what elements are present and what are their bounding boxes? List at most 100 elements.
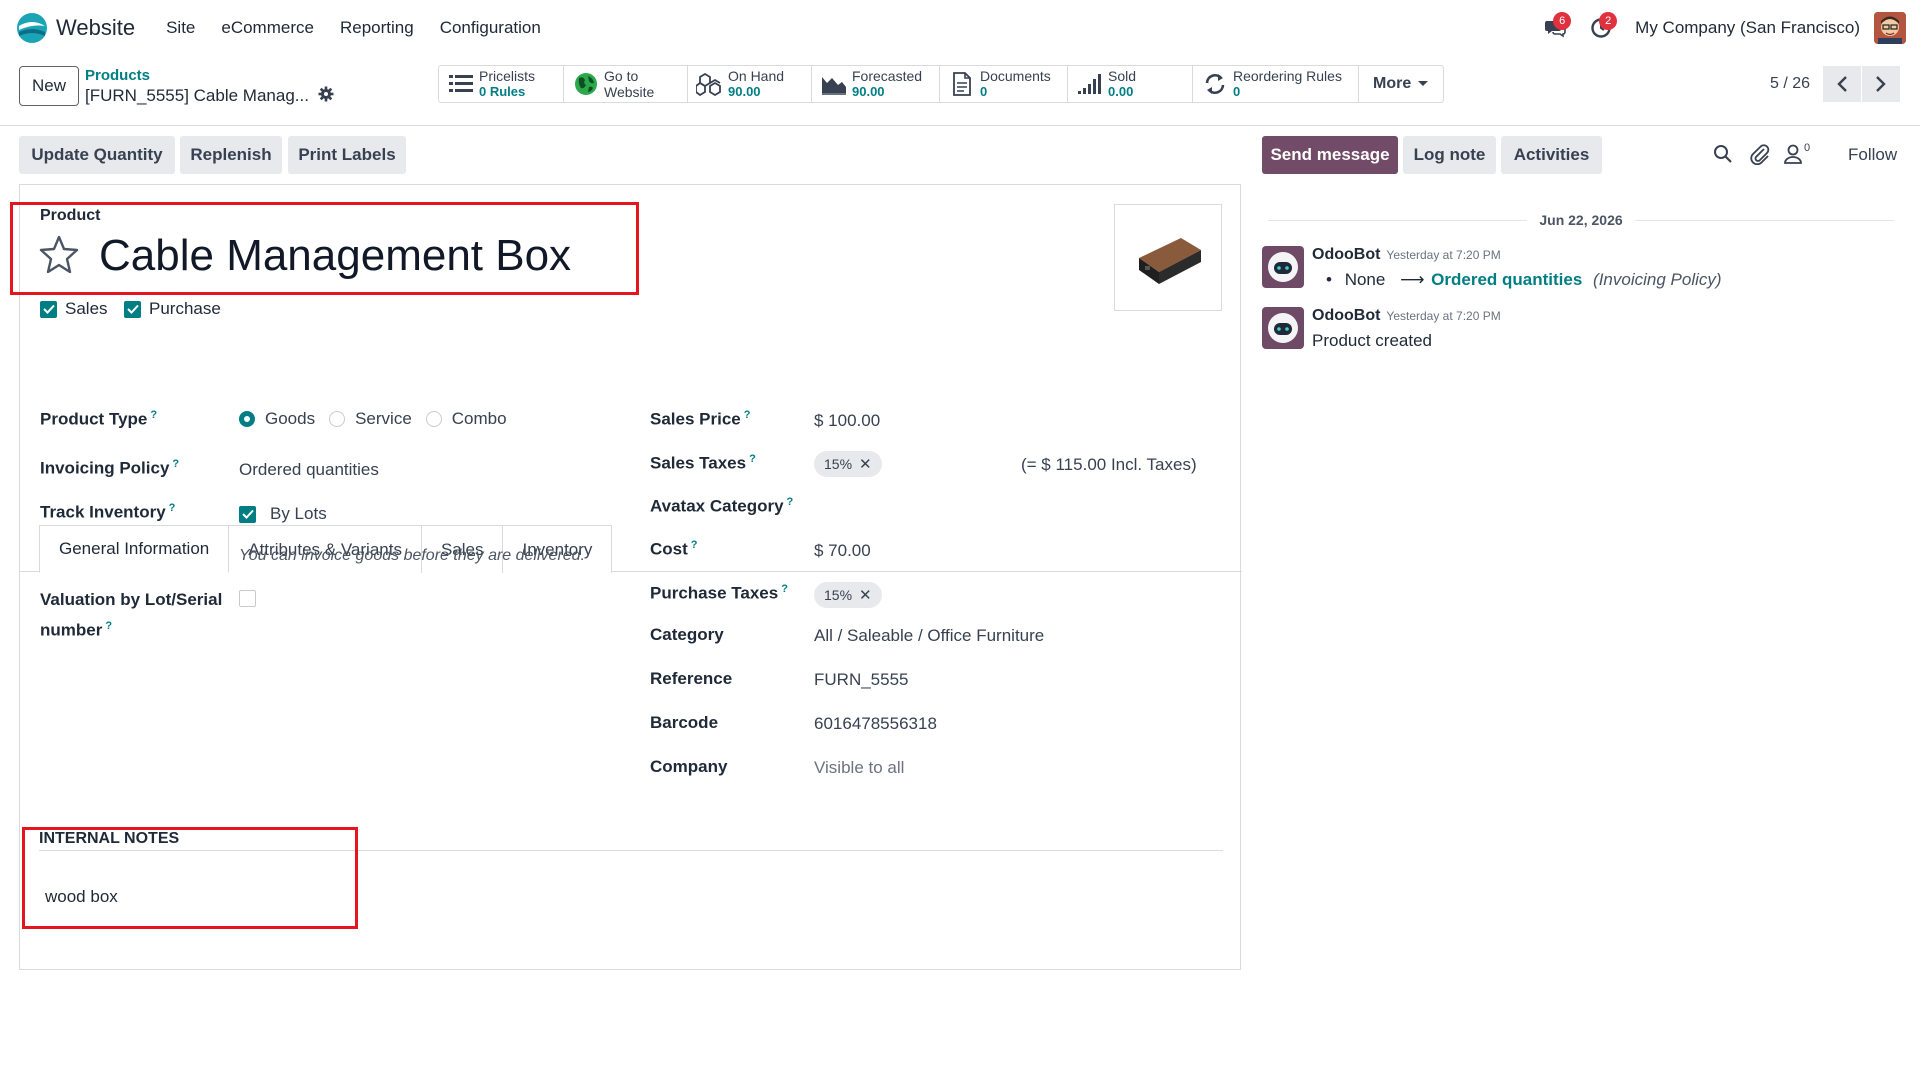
reordering-rules-button[interactable]: Reordering Rules 0 (1193, 66, 1359, 102)
remove-tag-icon[interactable]: ✕ (859, 455, 872, 473)
remove-tag-icon[interactable]: ✕ (859, 586, 872, 604)
radio-combo[interactable] (425, 411, 442, 427)
website-label: Website (604, 84, 655, 100)
new-button[interactable]: New (19, 66, 79, 106)
track-inventory-checkbox[interactable] (239, 505, 256, 523)
message-author-name[interactable]: OdooBot (1312, 246, 1380, 263)
tab-general-information[interactable]: General Information (39, 525, 230, 573)
can-be-purchased-checkbox[interactable] (124, 300, 141, 318)
sold-value: 0.00 (1108, 84, 1134, 99)
highlight-box-internal-notes (22, 827, 358, 929)
search-messages-button[interactable] (1713, 144, 1733, 169)
print-labels-button[interactable]: Print Labels (288, 136, 406, 174)
cable-box-image (1139, 237, 1201, 284)
product-image[interactable] (1114, 204, 1222, 311)
chatter-message: OdooBot Yesterday at 7:20 PM • None ⟶ Ord… (1262, 246, 1902, 294)
send-message-button[interactable]: Send message (1262, 136, 1398, 174)
menu-site[interactable]: Site (153, 18, 208, 38)
invoicing-policy-field[interactable]: Ordered quantities (239, 460, 379, 480)
barcode-label: Barcode (650, 713, 719, 732)
messaging-button[interactable]: 6 (1535, 8, 1575, 48)
sales-taxes-label-text: Sales Taxes (650, 453, 747, 473)
purchase-taxes-label-text: Purchase Taxes (650, 583, 779, 603)
pager-value[interactable]: 5 / 26 (1770, 75, 1810, 93)
pager-next[interactable] (1862, 66, 1900, 102)
breadcrumb-products[interactable]: Products (85, 67, 150, 84)
track-inventory-label: Track Inventory? (40, 502, 175, 523)
can-be-sold-checkbox[interactable] (40, 300, 57, 318)
company-field[interactable]: Visible to all (814, 758, 904, 778)
avatax-category-field[interactable] (814, 496, 1214, 518)
go-to-website-button[interactable]: Go to Website (564, 66, 688, 102)
activities-button[interactable]: 2 (1581, 8, 1621, 48)
pricelists-value: 0 Rules (479, 84, 526, 99)
menu-ecommerce[interactable]: eCommerce (208, 18, 327, 38)
tracking-change: • None ⟶ Ordered quantities (Invoicing P… (1326, 270, 1722, 290)
message-author: OdooBot Yesterday at 7:20 PM (1312, 246, 1501, 264)
cost-field[interactable]: $ 70.00 (814, 541, 871, 561)
sales-price-incl-taxes: (= $ 115.00 Incl. Taxes) (1021, 455, 1197, 474)
arrow-right-icon: ⟶ (1400, 270, 1425, 289)
checkmark-icon (241, 509, 254, 519)
menu-configuration[interactable]: Configuration (427, 18, 554, 38)
sold-label: Sold (1108, 68, 1137, 84)
pager-previous[interactable] (1823, 66, 1861, 102)
documents-button[interactable]: Documents 0 (940, 66, 1068, 102)
radio-combo-label: Combo (451, 409, 507, 428)
highlight-box-product-name (10, 202, 639, 295)
sales-price-field[interactable]: $ 100.00 (814, 411, 880, 431)
valuation-checkbox[interactable] (239, 590, 256, 607)
update-quantity-button[interactable]: Update Quantity (19, 136, 175, 174)
help-icon[interactable]: ? (172, 458, 179, 470)
tracking-select[interactable]: By Lots (270, 504, 327, 524)
help-icon[interactable]: ? (691, 539, 698, 551)
help-icon[interactable]: ? (787, 496, 794, 508)
message-time: Yesterday at 7:20 PM (1386, 309, 1501, 323)
documents-label: Documents (980, 68, 1051, 84)
reordering-rules-value: 0 (1233, 84, 1241, 99)
date-line-left (1268, 219, 1528, 221)
help-icon[interactable]: ? (150, 409, 157, 421)
barcode-field[interactable]: 6016478556318 (814, 714, 937, 734)
user-avatar[interactable] (1874, 12, 1906, 44)
tracking-field-name: (Invoicing Policy) (1593, 270, 1722, 289)
reordering-rules-label: Reordering Rules (1233, 68, 1342, 84)
radio-service-label: Service (355, 409, 412, 428)
chatter-date-separator: Jun 22, 2026 (1268, 210, 1894, 230)
replenish-button[interactable]: Replenish (180, 136, 282, 174)
help-icon[interactable]: ? (749, 453, 756, 465)
more-button[interactable]: More (1359, 66, 1443, 102)
menu-reporting[interactable]: Reporting (327, 18, 427, 38)
sold-button[interactable]: Sold 0.00 (1068, 66, 1193, 102)
help-icon[interactable]: ? (105, 620, 112, 632)
company-switcher[interactable]: My Company (San Francisco) (1635, 18, 1860, 38)
help-icon[interactable]: ? (744, 409, 751, 421)
message-body: Product created (1312, 331, 1433, 350)
top-navbar: Website Site eCommerce Reporting Configu… (0, 0, 1920, 56)
follow-button[interactable]: Follow (1848, 145, 1897, 165)
radio-goods[interactable] (239, 411, 255, 427)
search-icon (1714, 145, 1732, 163)
radio-service[interactable] (329, 411, 346, 427)
invoice-hint-text: You can invoice goods before they are de… (239, 547, 586, 564)
attachments-button[interactable] (1750, 143, 1770, 170)
reference-field[interactable]: FURN_5555 (814, 670, 909, 690)
activities-badge: 2 (1599, 12, 1618, 30)
activities-button-chatter[interactable]: Activities (1501, 136, 1602, 174)
category-field[interactable]: All / Saleable / Office Furniture (814, 626, 1044, 646)
odoobot-avatar[interactable] (1262, 246, 1304, 288)
log-note-button[interactable]: Log note (1403, 136, 1496, 174)
help-icon[interactable]: ? (781, 583, 788, 595)
app-name: Website (56, 15, 136, 40)
valuation-label-line-1: Valuation by Lot/Serial (40, 590, 223, 609)
followers-button[interactable]: 0 (1784, 142, 1810, 164)
pricelists-button[interactable]: Pricelists 0 Rules (439, 66, 564, 102)
record-actions-gear[interactable] (318, 86, 334, 107)
on-hand-button[interactable]: On Hand 90.00 (688, 66, 812, 102)
forecasted-button[interactable]: Forecasted 90.00 (812, 66, 940, 102)
odoobot-avatar[interactable] (1262, 307, 1304, 349)
category-label: Category (650, 625, 724, 644)
help-icon[interactable]: ? (169, 502, 176, 514)
message-author-name[interactable]: OdooBot (1312, 307, 1380, 324)
app-brand[interactable]: Website (16, 12, 135, 44)
